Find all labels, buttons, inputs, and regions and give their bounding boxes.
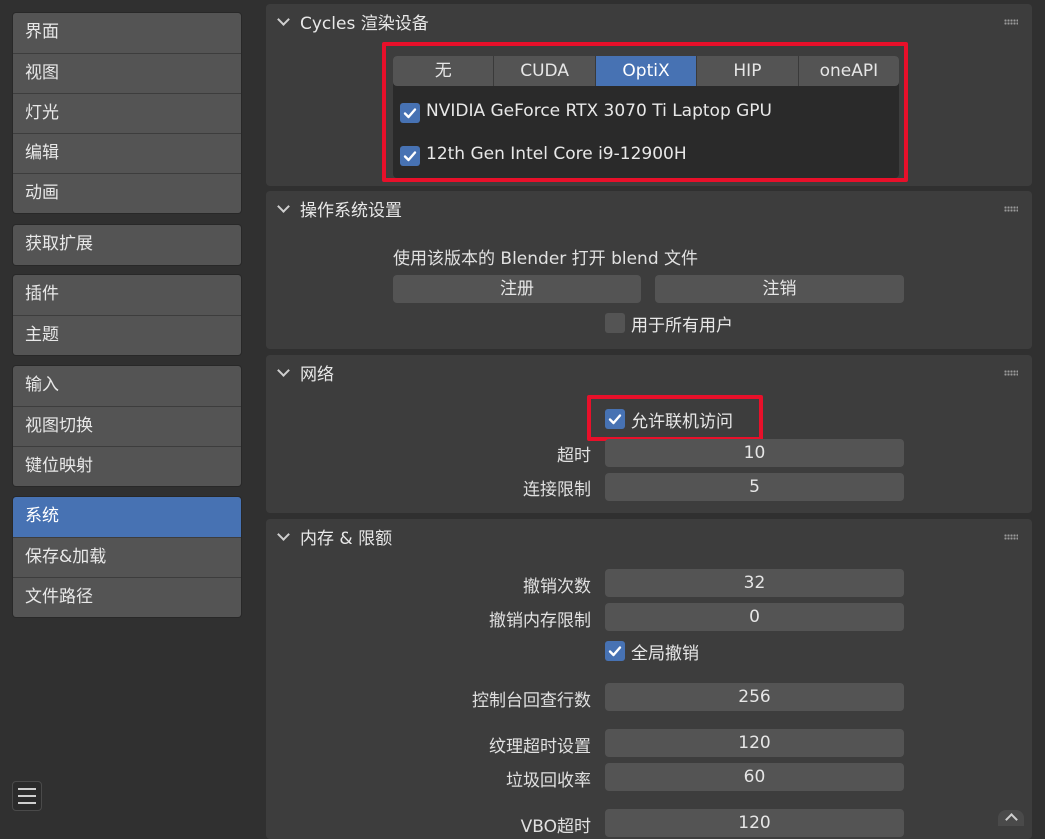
- global-undo-label: 全局撤销: [631, 644, 699, 664]
- sidebar-item-save-load[interactable]: 保存&加载: [13, 537, 241, 577]
- unregister-button[interactable]: 注销: [655, 275, 904, 303]
- sidebar-item-animation[interactable]: 动画: [13, 173, 241, 213]
- panel-title: 网络: [300, 365, 334, 385]
- panel-title: Cycles 渲染设备: [300, 14, 429, 34]
- global-undo-checkbox[interactable]: [605, 641, 625, 661]
- cycles-render-devices-panel: Cycles 渲染设备 无 CUDA OptiX HIP oneAPI NVID…: [266, 4, 1032, 186]
- sidebar-item-viewport[interactable]: 视图: [13, 53, 241, 93]
- panel-title: 内存 & 限额: [300, 529, 393, 549]
- highlight-box: [587, 395, 763, 441]
- os-description: 使用该版本的 Blender 打开 blend 文件: [393, 249, 699, 269]
- sidebar-item-themes[interactable]: 主题: [13, 315, 241, 355]
- texture-timeout-label: 纹理超时设置: [489, 737, 591, 757]
- timeout-field[interactable]: 10: [605, 439, 904, 467]
- chevron-down-icon: [277, 13, 290, 26]
- garbage-collection-rate-label: 垃圾回收率: [506, 771, 591, 791]
- garbage-collection-rate-field[interactable]: 60: [605, 763, 904, 791]
- checkmark-icon: [608, 646, 622, 657]
- sidebar-item-system[interactable]: 系统: [13, 497, 241, 537]
- undo-steps-label: 撤销次数: [523, 577, 591, 597]
- drag-grip-icon[interactable]: [1004, 206, 1018, 212]
- panel-header-network[interactable]: 网络: [266, 355, 1032, 389]
- sidebar-item-input[interactable]: 输入: [13, 366, 241, 406]
- panel-header-cycles[interactable]: Cycles 渲染设备: [266, 4, 1032, 38]
- hamburger-menu-icon[interactable]: [12, 781, 42, 811]
- sidebar-item-editing[interactable]: 编辑: [13, 133, 241, 173]
- sidebar-group-1: 界面 视图 灯光 编辑 动画: [12, 12, 242, 214]
- scroll-up-icon[interactable]: [998, 810, 1024, 826]
- register-button[interactable]: 注册: [393, 275, 641, 303]
- chevron-down-icon: [277, 528, 290, 541]
- undo-steps-field[interactable]: 32: [605, 569, 904, 597]
- chevron-down-icon: [277, 200, 290, 213]
- timeout-label: 超时: [557, 446, 591, 466]
- sidebar-group-5: 系统 保存&加载 文件路径: [12, 496, 242, 618]
- memory-limits-panel: 内存 & 限额 撤销次数 32 撤销内存限制 0 全局撤销 控制台回查行数 25…: [266, 519, 1032, 839]
- network-panel: 网络 允许联机访问 超时 10 连接限制 5: [266, 355, 1032, 513]
- panel-header-memory[interactable]: 内存 & 限额: [266, 519, 1032, 553]
- sidebar-item-keymap[interactable]: 键位映射: [13, 446, 241, 486]
- console-scrollback-label: 控制台回查行数: [472, 691, 591, 711]
- sidebar-item-interface[interactable]: 界面: [13, 13, 241, 53]
- sidebar-group-4: 输入 视图切换 键位映射: [12, 365, 242, 487]
- console-scrollback-field[interactable]: 256: [605, 683, 904, 711]
- highlight-box: [382, 42, 908, 182]
- sidebar-item-navigation[interactable]: 视图切换: [13, 406, 241, 446]
- sidebar-item-lights[interactable]: 灯光: [13, 93, 241, 133]
- drag-grip-icon[interactable]: [1004, 534, 1018, 540]
- connection-limit-field[interactable]: 5: [605, 473, 904, 501]
- vbo-timeout-field[interactable]: 120: [605, 809, 904, 837]
- sidebar-group-2: 获取扩展: [12, 224, 242, 266]
- undo-memory-limit-field[interactable]: 0: [605, 603, 904, 631]
- os-settings-panel: 操作系统设置 使用该版本的 Blender 打开 blend 文件 注册 注销 …: [266, 191, 1032, 349]
- preferences-sidebar: 界面 视图 灯光 编辑 动画 获取扩展 插件 主题 输入 视图切换 键位映射 系…: [0, 0, 256, 823]
- sidebar-item-file-paths[interactable]: 文件路径: [13, 577, 241, 617]
- drag-grip-icon[interactable]: [1004, 370, 1018, 376]
- sidebar-item-get-extensions[interactable]: 获取扩展: [13, 225, 241, 265]
- all-users-label: 用于所有用户: [631, 316, 733, 336]
- sidebar-group-3: 插件 主题: [12, 274, 242, 356]
- chevron-down-icon: [277, 364, 290, 377]
- vbo-timeout-label: VBO超时: [520, 817, 591, 837]
- sidebar-item-addons[interactable]: 插件: [13, 275, 241, 315]
- panel-title: 操作系统设置: [300, 201, 402, 221]
- all-users-checkbox[interactable]: [605, 313, 625, 333]
- drag-grip-icon[interactable]: [1004, 19, 1018, 25]
- texture-timeout-field[interactable]: 120: [605, 729, 904, 757]
- connection-limit-label: 连接限制: [523, 480, 591, 500]
- panel-header-os[interactable]: 操作系统设置: [266, 191, 1032, 225]
- undo-memory-limit-label: 撤销内存限制: [489, 611, 591, 631]
